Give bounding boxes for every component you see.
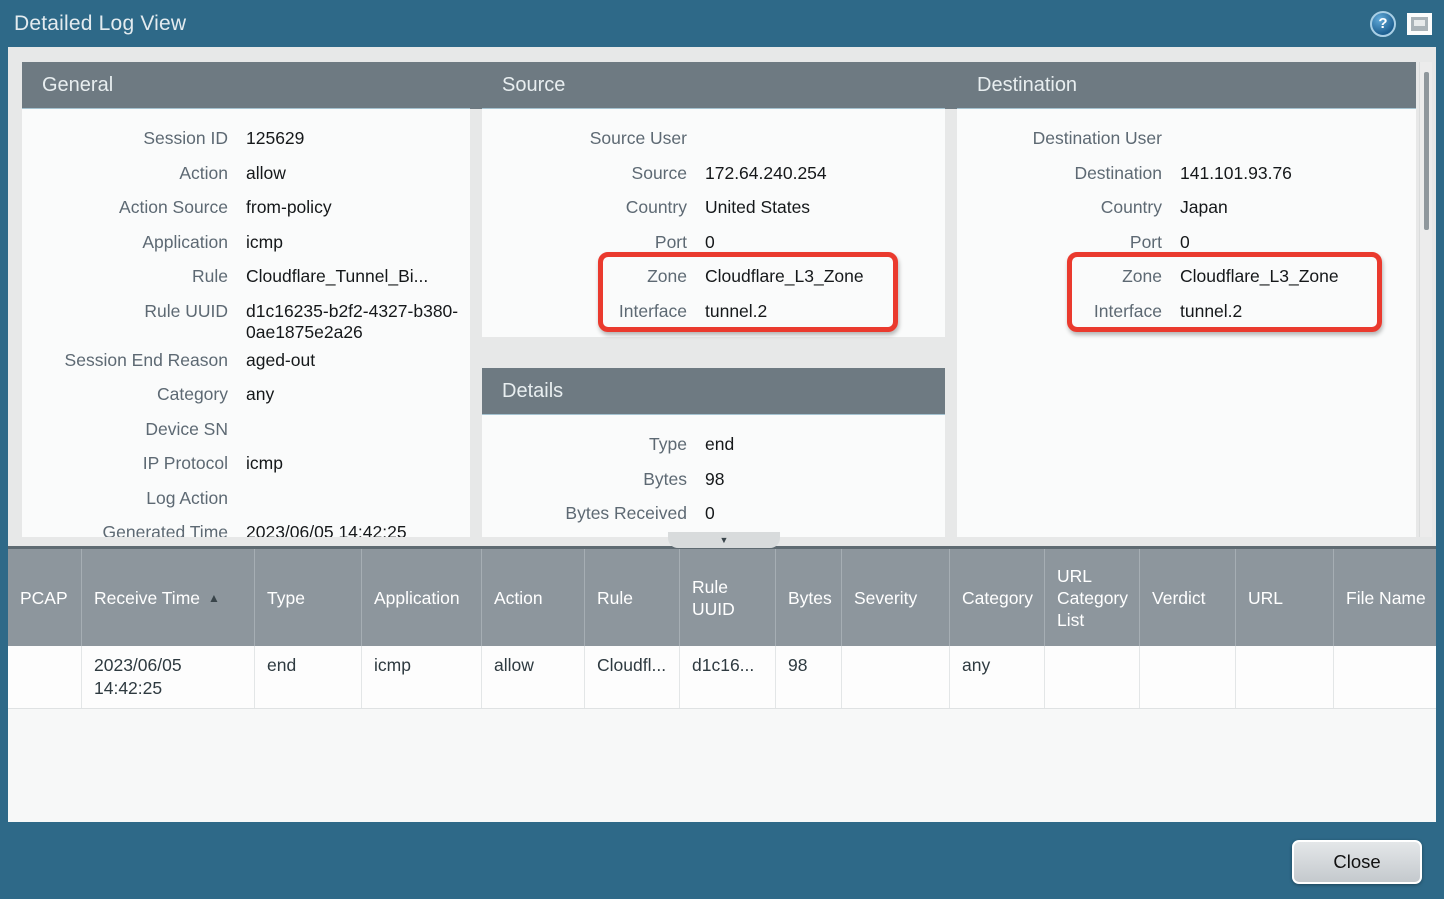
source-panel-title: Source	[482, 62, 945, 109]
field-source: Source172.64.240.254	[482, 156, 945, 191]
source-panel: Source Source User Source172.64.240.254 …	[482, 62, 945, 337]
cell-rule-uuid: d1c16...	[680, 646, 776, 708]
field-destination-zone: ZoneCloudflare_L3_Zone	[957, 259, 1416, 294]
field-session-id: Session ID125629	[22, 121, 470, 156]
log-table: PCAP Receive Time▲ Type Application Acti…	[8, 546, 1436, 822]
field-destination-interface: Interfacetunnel.2	[957, 294, 1416, 329]
cell-bytes: 98	[776, 646, 842, 708]
cell-file-name	[1334, 646, 1436, 708]
splitter-handle[interactable]: ▼	[668, 532, 780, 548]
cell-verdict	[1140, 646, 1236, 708]
destination-panel-title: Destination	[957, 62, 1416, 109]
column-header-receive-time[interactable]: Receive Time▲	[82, 549, 255, 646]
field-application: Applicationicmp	[22, 225, 470, 260]
field-rule: RuleCloudflare_Tunnel_Bi...	[22, 259, 470, 294]
source-panel-body: Source User Source172.64.240.254 Country…	[482, 109, 945, 337]
field-destination-port: Port0	[957, 225, 1416, 260]
cell-rule: Cloudfl...	[585, 646, 680, 708]
page-title: Detailed Log View	[0, 12, 186, 36]
cell-application: icmp	[362, 646, 482, 708]
field-device-sn: Device SN	[22, 412, 470, 447]
column-header-bytes[interactable]: Bytes	[776, 549, 842, 646]
dialog-content: General Session ID125629 Actionallow Act…	[8, 47, 1436, 822]
title-bar: Detailed Log View ?	[0, 0, 1444, 47]
cell-action: allow	[482, 646, 585, 708]
field-category: Categoryany	[22, 377, 470, 412]
field-rule-uuid: Rule UUIDd1c16235-b2f2-4327-b380-0ae1875…	[22, 294, 470, 343]
field-session-end-reason: Session End Reasonaged-out	[22, 343, 470, 378]
details-panel: Details Typeend Bytes98 Bytes Received0	[482, 368, 945, 537]
help-icon[interactable]: ?	[1370, 11, 1396, 37]
chevron-down-icon: ▼	[720, 535, 729, 545]
field-destination-user: Destination User	[957, 121, 1416, 156]
log-table-header: PCAP Receive Time▲ Type Application Acti…	[8, 549, 1436, 646]
column-header-type[interactable]: Type	[255, 549, 362, 646]
log-table-row[interactable]: 2023/06/05 14:42:25 end icmp allow Cloud…	[8, 646, 1436, 709]
window-restore-icon[interactable]	[1407, 13, 1432, 35]
field-action: Actionallow	[22, 156, 470, 191]
cell-type: end	[255, 646, 362, 708]
column-header-verdict[interactable]: Verdict	[1140, 549, 1236, 646]
destination-panel: Destination Destination User Destination…	[957, 62, 1416, 537]
cell-pcap	[8, 646, 82, 708]
column-header-url-category-list[interactable]: URL Category List	[1045, 549, 1140, 646]
cell-severity	[842, 646, 950, 708]
column-header-rule[interactable]: Rule	[585, 549, 680, 646]
field-generated-time: Generated Time2023/06/05 14:42:25	[22, 515, 470, 537]
cell-receive-time: 2023/06/05 14:42:25	[82, 646, 255, 708]
general-panel: General Session ID125629 Actionallow Act…	[22, 62, 470, 537]
field-bytes: Bytes98	[482, 462, 945, 497]
destination-panel-body: Destination User Destination141.101.93.7…	[957, 109, 1416, 537]
details-panel-title: Details	[482, 368, 945, 415]
details-panel-body: Typeend Bytes98 Bytes Received0	[482, 415, 945, 537]
titlebar-icons: ?	[1370, 11, 1444, 37]
window-restore-icon-inner	[1411, 17, 1428, 31]
field-ip-protocol: IP Protocolicmp	[22, 446, 470, 481]
cell-category: any	[950, 646, 1045, 708]
cell-url-category-list	[1045, 646, 1140, 708]
field-source-user: Source User	[482, 121, 945, 156]
field-source-zone: ZoneCloudflare_L3_Zone	[482, 259, 945, 294]
field-bytes-received: Bytes Received0	[482, 496, 945, 531]
column-header-severity[interactable]: Severity	[842, 549, 950, 646]
general-panel-title: General	[22, 62, 470, 109]
field-destination: Destination141.101.93.76	[957, 156, 1416, 191]
detailed-log-view-dialog: Detailed Log View ? General Session ID12…	[0, 0, 1444, 899]
column-header-category[interactable]: Category	[950, 549, 1045, 646]
cell-url	[1236, 646, 1334, 708]
panel-scrollbar[interactable]	[1419, 62, 1432, 537]
sort-ascending-icon: ▲	[208, 587, 220, 609]
general-panel-body: Session ID125629 Actionallow Action Sour…	[22, 109, 470, 537]
close-button[interactable]: Close	[1292, 840, 1422, 884]
column-header-application[interactable]: Application	[362, 549, 482, 646]
panel-scrollbar-thumb[interactable]	[1424, 72, 1429, 230]
field-source-country: CountryUnited States	[482, 190, 945, 225]
field-type: Typeend	[482, 427, 945, 462]
column-header-pcap[interactable]: PCAP	[8, 549, 82, 646]
field-action-source: Action Sourcefrom-policy	[22, 190, 470, 225]
column-header-action[interactable]: Action	[482, 549, 585, 646]
column-header-file-name[interactable]: File Name	[1334, 549, 1436, 646]
field-source-interface: Interfacetunnel.2	[482, 294, 945, 329]
field-source-port: Port0	[482, 225, 945, 260]
field-log-action: Log Action	[22, 481, 470, 516]
field-destination-country: CountryJapan	[957, 190, 1416, 225]
column-header-rule-uuid[interactable]: Rule UUID	[680, 549, 776, 646]
column-header-url[interactable]: URL	[1236, 549, 1334, 646]
